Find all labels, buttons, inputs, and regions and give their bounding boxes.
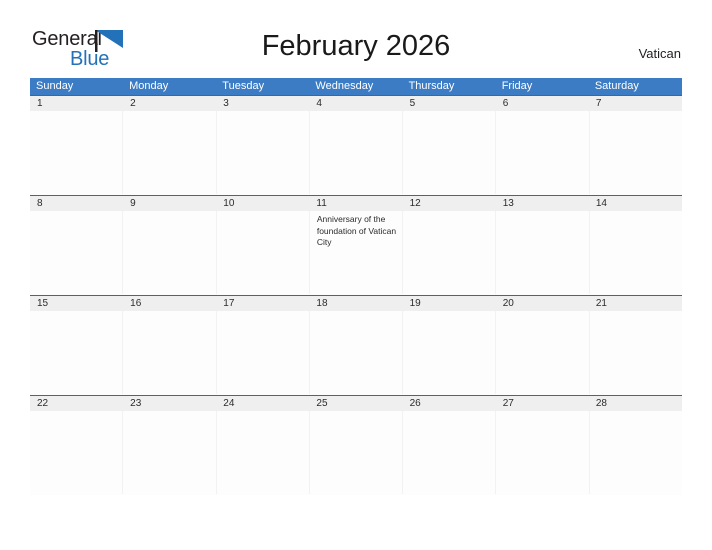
day-number: 19 (409, 298, 421, 309)
day-number: 21 (595, 298, 607, 309)
day-number: 26 (409, 398, 421, 409)
page-header: General Blue February 2026 Vatican (0, 0, 712, 78)
region-label: Vatican (638, 46, 681, 61)
day-number: 6 (502, 98, 509, 109)
day-number: 4 (316, 98, 322, 109)
day-number: 10 (223, 198, 235, 209)
weekday-header-saturday: Saturday (594, 80, 639, 92)
day-number: 18 (316, 298, 328, 309)
day-number: 5 (409, 98, 416, 109)
day-number: 14 (595, 198, 607, 209)
day-number: 17 (223, 298, 235, 309)
weekday-header-row: Sunday Monday Tuesday Wednesday Thursday… (30, 78, 682, 95)
day-number: 3 (223, 98, 229, 109)
weekday-header-wednesday: Wednesday (315, 80, 374, 92)
day-number: 27 (502, 398, 514, 409)
calendar-page: General Blue February 2026 Vatican Sunda… (0, 0, 712, 550)
calendar-week-row: 15 16 17 18 19 20 21 (30, 295, 682, 395)
weekday-header-monday: Monday (129, 80, 169, 92)
weekday-header-thursday: Thursday (408, 80, 455, 92)
day-number: 24 (223, 398, 235, 409)
date-number-band: 15 16 17 18 19 20 21 (30, 296, 682, 311)
calendar-week-row: Anniversary of the foundation of Vatican… (30, 195, 682, 295)
event-label: Anniversary of the foundation of Vatican… (316, 214, 397, 247)
calendar-grid: Sunday Monday Tuesday Wednesday Thursday… (30, 78, 682, 495)
day-number: 9 (130, 198, 136, 209)
day-number: 2 (130, 98, 136, 109)
day-number: 23 (130, 398, 142, 409)
day-number: 22 (37, 398, 49, 409)
date-number-band: 22 23 24 25 26 27 28 (30, 396, 682, 411)
day-number: 8 (37, 198, 43, 209)
calendar-week-row: 1 2 3 4 5 6 7 (30, 95, 682, 195)
date-number-band: 1 2 3 4 5 6 7 (30, 96, 682, 111)
day-number: 28 (595, 398, 607, 409)
page-title: February 2026 (261, 30, 451, 62)
calendar-weeks: 1 2 3 4 5 6 7 Anniversary of the foundation of … (30, 95, 682, 495)
day-number: 13 (502, 198, 514, 209)
date-number-band: 8 9 10 11 12 13 14 (30, 196, 682, 211)
day-number: 20 (502, 298, 514, 309)
day-number: 15 (37, 298, 49, 309)
day-number: 1 (37, 98, 43, 109)
day-events: Anniversary of the foundation of Vatican… (317, 214, 398, 251)
day-number: 12 (409, 198, 421, 209)
day-number: 25 (316, 398, 328, 409)
weekday-header-tuesday: Tuesday (222, 80, 265, 92)
calendar-week-row: 22 23 24 25 26 27 28 (30, 395, 682, 495)
day-number: 16 (130, 298, 142, 309)
weekday-header-sunday: Sunday (36, 80, 74, 92)
day-number: 7 (595, 98, 602, 109)
weekday-header-friday: Friday (501, 80, 533, 92)
day-number: 11 (316, 198, 327, 209)
